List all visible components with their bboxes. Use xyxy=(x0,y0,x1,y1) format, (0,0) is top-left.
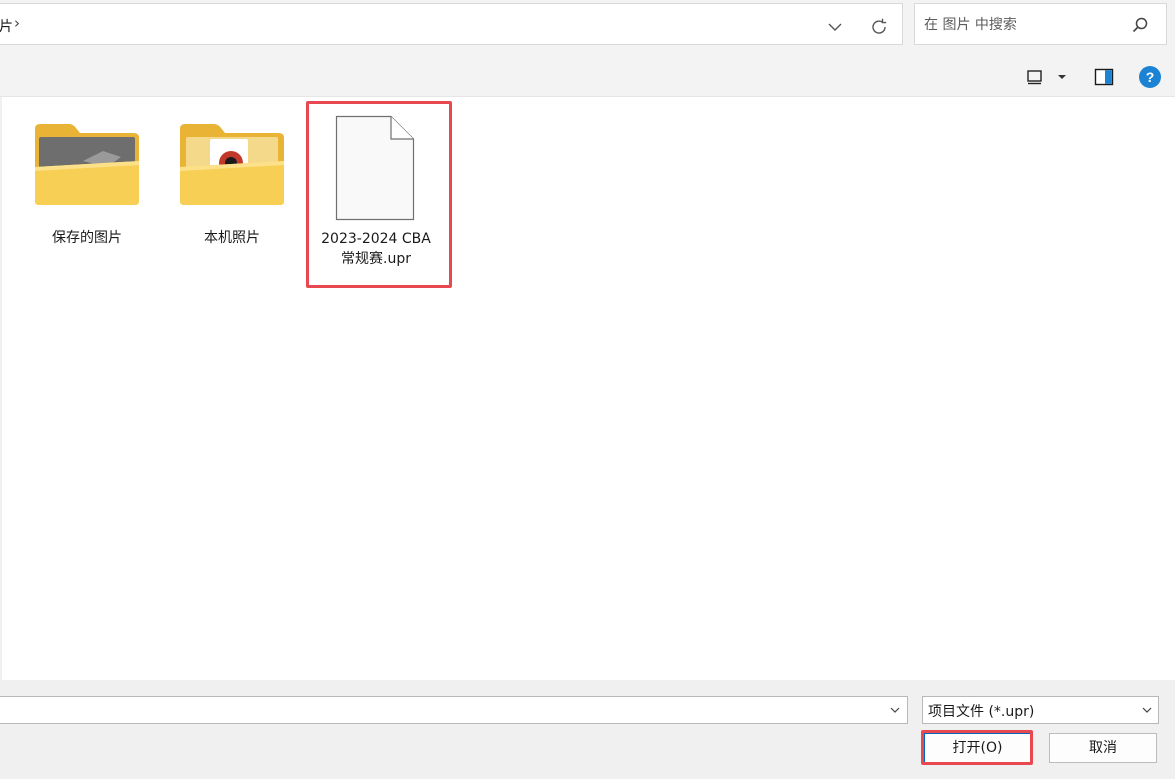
filetype-select[interactable]: 项目文件 (*.upr) xyxy=(922,696,1159,724)
help-icon[interactable]: ? xyxy=(1139,66,1161,88)
dialog-footer: 项目文件 (*.upr) 打开(O) 取消 xyxy=(0,680,1175,779)
left-pane-edge xyxy=(0,97,2,680)
caret-down-icon[interactable] xyxy=(1056,72,1068,82)
selection-highlight xyxy=(306,101,452,288)
chevron-down-icon[interactable] xyxy=(1141,705,1153,715)
filetype-selected-label: 项目文件 (*.upr) xyxy=(928,704,1035,720)
open-button-highlight xyxy=(921,730,1033,765)
filename-combobox[interactable] xyxy=(0,696,908,724)
filename-input[interactable] xyxy=(5,701,865,719)
search-box[interactable] xyxy=(914,3,1167,45)
refresh-icon[interactable] xyxy=(868,16,890,38)
folder-item-camera-roll[interactable]: 本机照片 xyxy=(168,97,296,267)
file-open-dialog: 片 › ? xyxy=(0,0,1175,779)
toolbar: ? xyxy=(0,57,1175,97)
folder-item-saved-pictures[interactable]: 保存的图片 xyxy=(23,97,151,267)
address-bar[interactable]: 片 › xyxy=(0,3,903,45)
cancel-button[interactable]: 取消 xyxy=(1049,733,1157,763)
breadcrumb-separator[interactable]: › xyxy=(14,14,20,32)
view-mode-icon[interactable] xyxy=(1026,69,1044,85)
folder-icon xyxy=(35,124,139,205)
chevron-down-icon[interactable] xyxy=(889,705,901,715)
preview-pane-icon[interactable] xyxy=(1094,68,1114,86)
breadcrumb-item[interactable]: 片 xyxy=(0,16,13,36)
address-bar-row: 片 › xyxy=(0,0,1175,57)
chevron-down-icon[interactable] xyxy=(825,17,845,37)
search-icon[interactable] xyxy=(1131,16,1149,34)
folder-label: 保存的图片 xyxy=(52,230,122,246)
file-list-area: 保存的图片 本机照片 2023-2024 CBA 常规赛.upr xyxy=(0,97,1175,680)
folder-label: 本机照片 xyxy=(204,230,260,246)
folder-icon xyxy=(180,124,284,205)
search-input[interactable] xyxy=(924,14,1124,36)
